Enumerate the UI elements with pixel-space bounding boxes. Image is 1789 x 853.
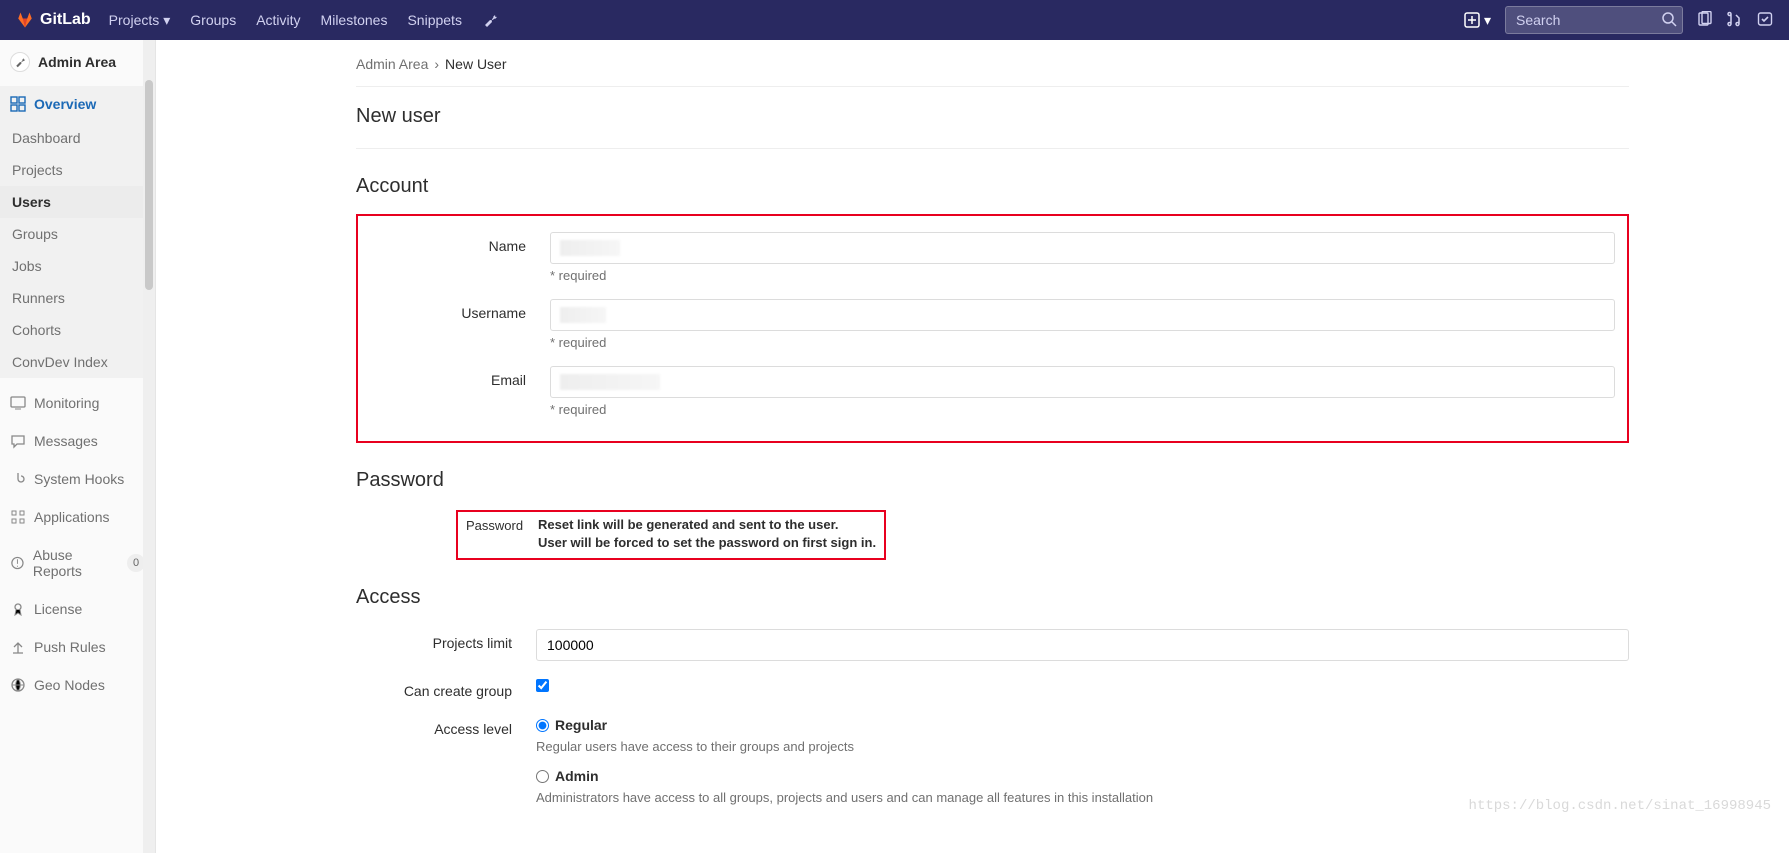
section-password-title: Password xyxy=(356,443,1629,504)
sidebar-item-system-hooks[interactable]: System Hooks xyxy=(0,460,155,498)
sidebar-section-overview[interactable]: Overview xyxy=(0,86,155,122)
hint-username-required: * required xyxy=(550,331,1615,350)
breadcrumb-current: New User xyxy=(445,56,506,72)
issues-icon[interactable] xyxy=(1697,11,1713,30)
input-username[interactable] xyxy=(550,299,1615,331)
section-access-title: Access xyxy=(356,560,1629,621)
chevron-down-icon: ▾ xyxy=(163,12,170,29)
sidebar-item-monitoring[interactable]: Monitoring xyxy=(0,384,155,422)
nav-right: ▾ xyxy=(1464,6,1773,34)
merge-requests-icon[interactable] xyxy=(1727,11,1743,30)
redacted-name xyxy=(560,240,620,259)
radio-admin[interactable] xyxy=(536,770,549,783)
brand[interactable]: GitLab xyxy=(16,11,91,29)
label-projects-limit: Projects limit xyxy=(356,629,536,651)
plus-square-icon xyxy=(1464,12,1480,28)
overview-icon xyxy=(10,96,26,112)
password-highlight-box: Password Reset link will be generated an… xyxy=(456,510,886,560)
sidebar-item-push-rules[interactable]: Push Rules xyxy=(0,628,155,666)
abuse-icon xyxy=(10,555,25,571)
nav-projects[interactable]: Projects ▾ xyxy=(109,12,171,29)
breadcrumb-root[interactable]: Admin Area xyxy=(356,56,428,72)
sidebar-item-dashboard[interactable]: Dashboard xyxy=(0,122,155,154)
sidebar-item-applications[interactable]: Applications xyxy=(0,498,155,536)
searchbox xyxy=(1505,6,1683,34)
nav-admin-wrench[interactable] xyxy=(482,12,498,28)
chevron-down-icon: ▾ xyxy=(1484,12,1491,29)
sidebar-item-convdev[interactable]: ConvDev Index xyxy=(0,346,155,378)
sidebar-title[interactable]: Admin Area xyxy=(0,40,155,86)
main-content: Admin Area › New User New user Account N… xyxy=(156,40,1789,853)
redacted-email xyxy=(560,374,660,393)
sidebar-item-geo-nodes[interactable]: Geo Nodes xyxy=(0,666,155,704)
nav-primary: Projects ▾ Groups Activity Milestones Sn… xyxy=(109,12,498,29)
new-button[interactable]: ▾ xyxy=(1464,12,1491,29)
push-icon xyxy=(10,639,26,655)
label-email: Email xyxy=(370,366,550,388)
todos-icon[interactable] xyxy=(1757,11,1773,30)
messages-icon xyxy=(10,433,26,449)
sidebar-item-abuse-reports[interactable]: Abuse Reports0 xyxy=(0,536,155,590)
checkbox-can-create-group[interactable] xyxy=(536,679,549,692)
label-access-level: Access level xyxy=(356,715,536,737)
license-icon xyxy=(10,601,26,617)
hook-icon xyxy=(10,471,26,487)
nav-groups[interactable]: Groups xyxy=(190,12,236,28)
input-email[interactable] xyxy=(550,366,1615,398)
label-admin: Admin xyxy=(555,768,599,784)
breadcrumb: Admin Area › New User xyxy=(356,40,1629,87)
scrollbar-thumb[interactable] xyxy=(145,80,153,290)
input-name[interactable] xyxy=(550,232,1615,264)
label-password: Password xyxy=(466,516,538,552)
apps-icon xyxy=(10,509,26,525)
desc-admin: Administrators have access to all groups… xyxy=(536,786,1629,805)
hint-email-required: * required xyxy=(550,398,1615,417)
label-can-create-group: Can create group xyxy=(356,677,536,699)
sidebar: Admin Area Overview Dashboard Projects U… xyxy=(0,40,156,853)
radio-regular[interactable] xyxy=(536,719,549,732)
sidebar-item-users[interactable]: Users xyxy=(0,186,155,218)
label-name: Name xyxy=(370,232,550,254)
sidebar-item-projects[interactable]: Projects xyxy=(0,154,155,186)
label-username: Username xyxy=(370,299,550,321)
geo-icon xyxy=(10,677,26,693)
hint-name-required: * required xyxy=(550,264,1615,283)
sidebar-item-jobs[interactable]: Jobs xyxy=(0,250,155,282)
account-highlight-box: Name * required Username * required xyxy=(356,214,1629,443)
top-navbar: GitLab Projects ▾ Groups Activity Milest… xyxy=(0,0,1789,40)
sidebar-item-groups[interactable]: Groups xyxy=(0,218,155,250)
input-projects-limit[interactable] xyxy=(536,629,1629,661)
sidebar-item-runners[interactable]: Runners xyxy=(0,282,155,314)
nav-activity[interactable]: Activity xyxy=(256,12,300,28)
sidebar-item-license[interactable]: License xyxy=(0,590,155,628)
search-input[interactable] xyxy=(1505,6,1683,34)
redacted-username xyxy=(560,307,606,326)
section-account-title: Account xyxy=(356,149,1629,210)
wrench-icon xyxy=(10,52,30,72)
scrollbar[interactable] xyxy=(143,40,155,853)
nav-milestones[interactable]: Milestones xyxy=(321,12,388,28)
password-info: Reset link will be generated and sent to… xyxy=(538,516,876,552)
monitor-icon xyxy=(10,395,26,411)
nav-snippets[interactable]: Snippets xyxy=(407,12,461,28)
brand-text: GitLab xyxy=(40,11,91,29)
label-regular: Regular xyxy=(555,717,607,733)
desc-regular: Regular users have access to their group… xyxy=(536,735,1629,754)
search-icon[interactable] xyxy=(1661,11,1677,30)
gitlab-logo-icon xyxy=(16,11,34,29)
wrench-icon xyxy=(482,12,498,28)
sidebar-item-messages[interactable]: Messages xyxy=(0,422,155,460)
chevron-right-icon: › xyxy=(434,56,439,72)
page-title: New user xyxy=(356,87,1629,149)
sidebar-item-cohorts[interactable]: Cohorts xyxy=(0,314,155,346)
